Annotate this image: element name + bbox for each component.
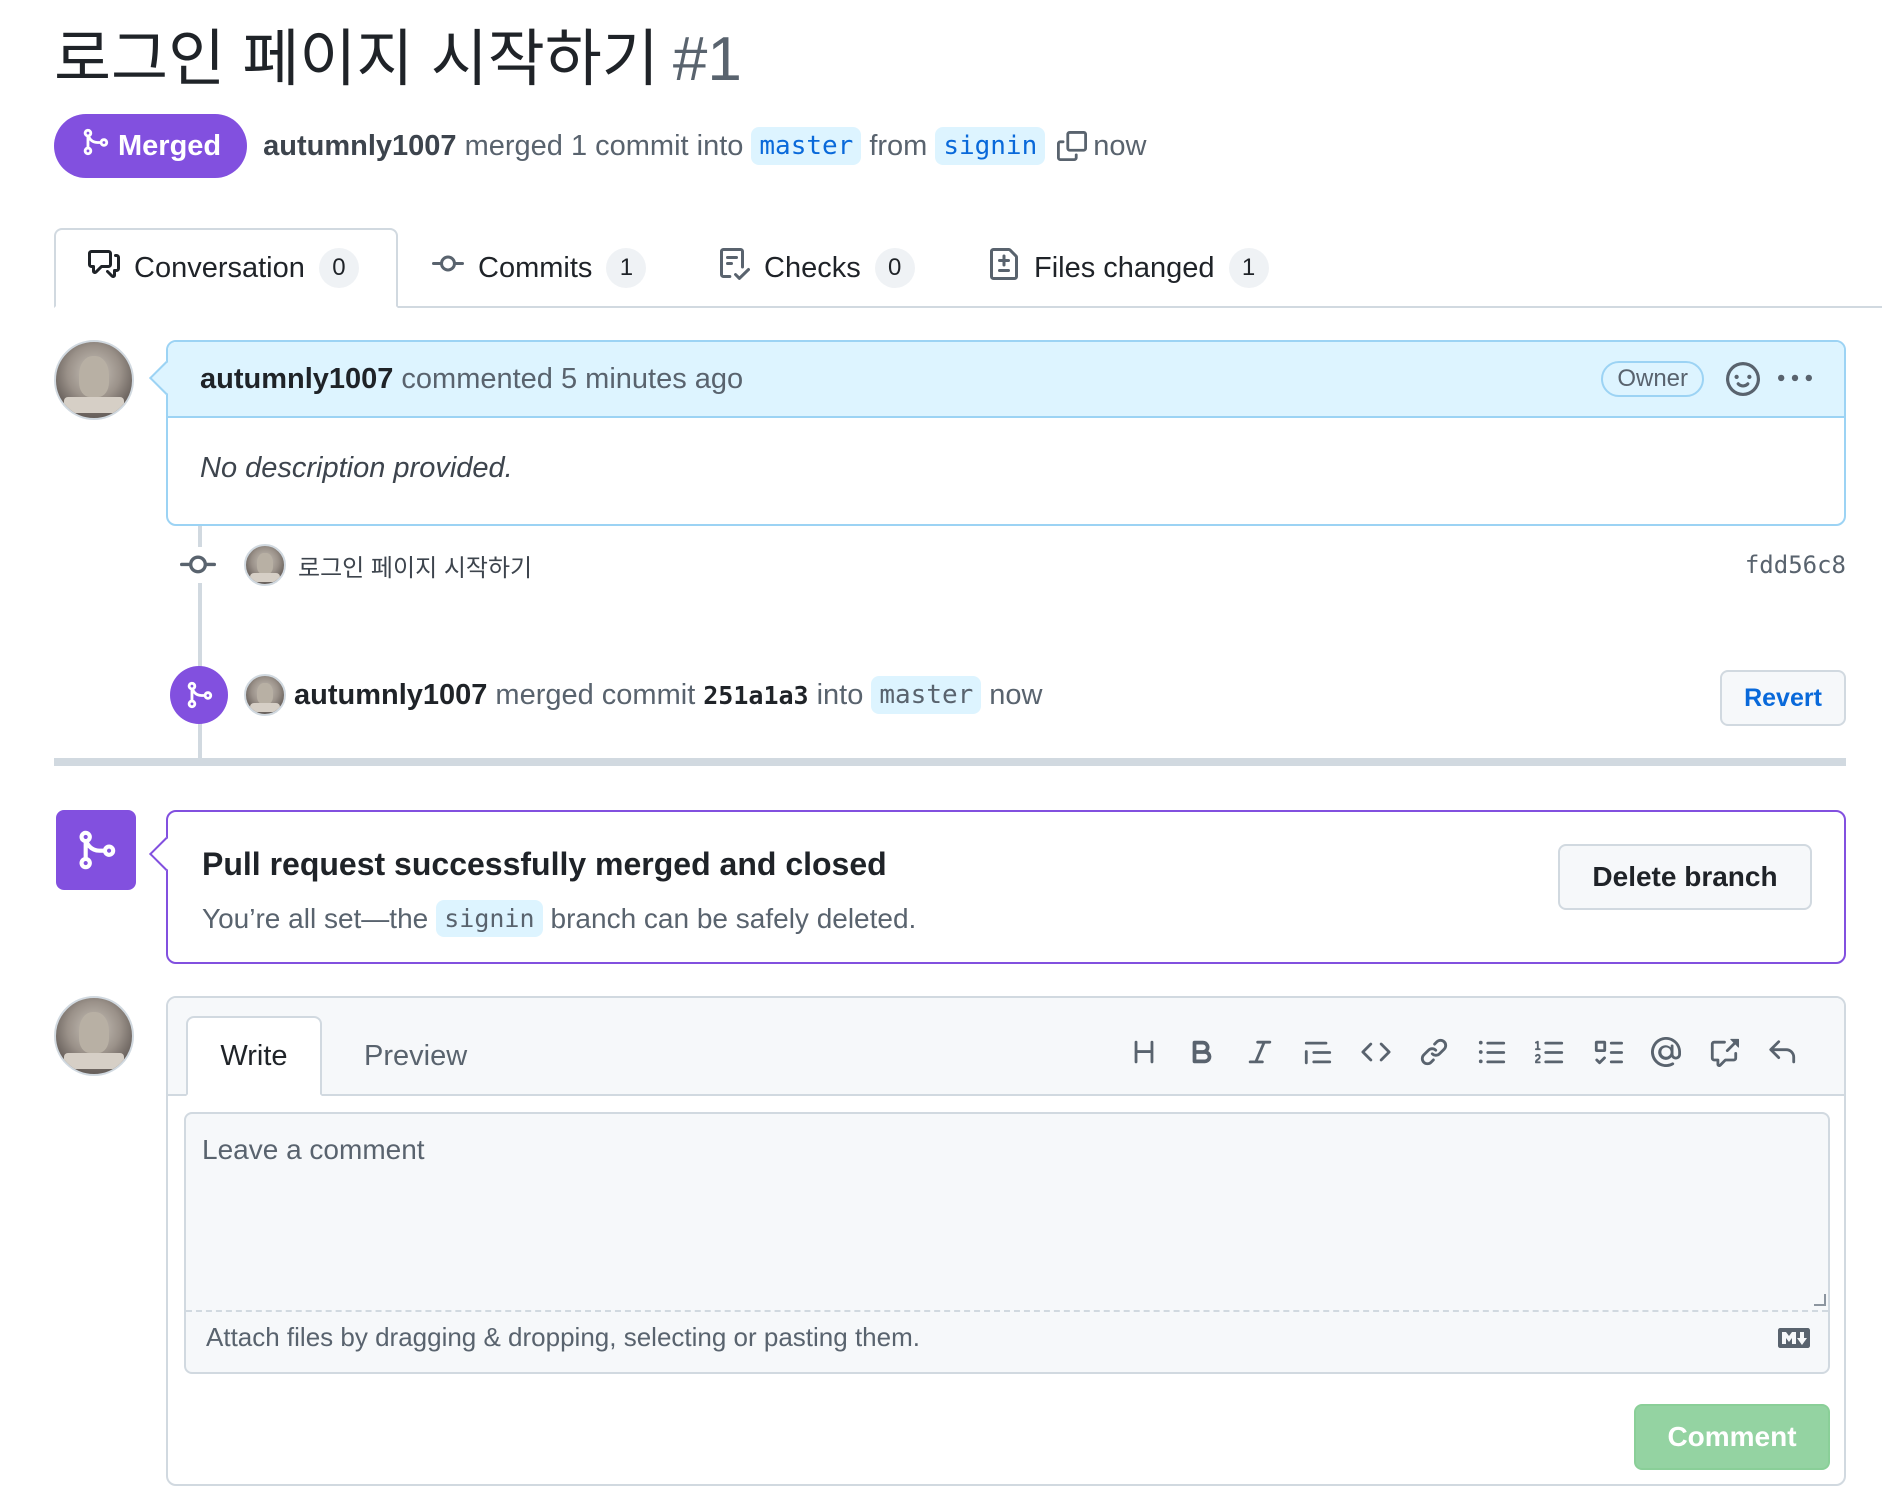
commit-row: 로그인 페이지 시작하기 fdd56c8 [180,540,1846,590]
commit-message-link[interactable]: 로그인 페이지 시작하기 [298,548,532,583]
avatar[interactable] [244,544,286,586]
resize-handle-icon[interactable] [1814,1294,1826,1306]
kebab-horizontal-icon[interactable] [1778,362,1812,396]
bold-icon[interactable] [1184,1034,1220,1070]
tab-files-changed-label: Files changed [1034,251,1215,284]
task-list-icon[interactable] [1590,1034,1626,1070]
pr-number: #1 [672,25,742,94]
revert-button[interactable]: Revert [1720,670,1846,726]
head-branch-chip[interactable]: signin [935,127,1046,165]
tab-files-changed-count: 1 [1228,248,1269,288]
merged-state-label: Merged [118,129,222,162]
comment-placeholder: Leave a comment [202,1134,425,1165]
comment-submit-button[interactable]: Comment [1634,1404,1830,1470]
merge-event-row: autumnly1007 merged commit 251a1a3 into … [170,664,1846,726]
pr-time: now [1093,129,1147,162]
tab-write[interactable]: Write [186,1016,322,1096]
commit-sha-link[interactable]: fdd56c8 [1745,551,1846,579]
unordered-list-icon[interactable] [1474,1034,1510,1070]
deletable-branch-chip[interactable]: signin [436,900,543,937]
copy-icon[interactable] [1057,131,1088,161]
pr-state-row: Merged autumnly1007 merged 1 commit into… [54,114,1154,178]
composer-header: Write Preview [168,998,1844,1096]
markdown-icon[interactable] [1778,1328,1810,1353]
avatar[interactable] [54,996,134,1076]
merged-status-subtitle: You’re all set—the signin branch can be … [202,900,916,937]
merge-time: now [989,678,1043,711]
from-label: from [869,129,928,162]
mention-icon[interactable] [1648,1034,1684,1070]
tab-conversation-label: Conversation [134,251,305,284]
avatar[interactable] [244,674,286,716]
git-commit-icon [432,248,478,288]
pr-title: 로그인 페이지 시작하기 #1 [54,22,742,98]
delete-branch-button[interactable]: Delete branch [1558,844,1812,910]
comment-body: No description provided. [200,452,513,484]
comment-header: autumnly1007 commented 5 minutes ago Own… [168,342,1844,418]
tab-conversation[interactable]: Conversation 0 [54,228,398,308]
git-merge-icon [80,127,118,165]
comment-meta[interactable]: commented 5 minutes ago [401,363,743,396]
tab-conversation-count: 0 [318,248,359,288]
merged-sub-before: You’re all set—the [202,902,429,934]
comment-author-link[interactable]: autumnly1007 [200,363,393,396]
quote-icon[interactable] [1300,1034,1336,1070]
tab-preview[interactable]: Preview [364,1016,467,1096]
merged-state-badge: Merged [54,114,248,178]
comment-discussion-icon [88,248,134,288]
checklist-icon [718,248,764,288]
pr-author-link[interactable]: autumnly1007 [263,130,456,163]
tab-checks[interactable]: Checks 0 [718,228,915,308]
owner-badge: Owner [1601,361,1704,397]
markdown-toolbar [1126,1034,1800,1070]
reply-icon[interactable] [1764,1034,1800,1070]
merge-author-link[interactable]: autumnly1007 [294,679,487,712]
comment-textarea[interactable]: Leave a comment Attach files by dragging… [184,1112,1830,1374]
merged-status-title: Pull request successfully merged and clo… [202,846,887,882]
tab-commits-count: 1 [606,248,647,288]
italic-icon[interactable] [1242,1034,1278,1070]
comment-composer: Write Preview Leave a comment Attach fil… [166,996,1846,1486]
base-branch-chip[interactable]: master [751,127,862,165]
tab-checks-count: 0 [874,248,915,288]
tab-commits-label: Commits [478,251,593,284]
pr-description-comment: autumnly1007 commented 5 minutes ago Own… [149,340,1846,526]
link-icon[interactable] [1416,1034,1452,1070]
avatar[interactable] [54,340,134,420]
ordered-list-icon[interactable] [1532,1034,1568,1070]
git-commit-icon [180,547,216,583]
cross-reference-icon[interactable] [1706,1034,1742,1070]
merged-sub-after: branch can be safely deleted. [550,902,917,934]
file-diff-icon [988,248,1034,288]
smiley-icon[interactable] [1726,362,1760,396]
tab-checks-label: Checks [764,251,861,284]
tab-files-changed[interactable]: Files changed 1 [988,228,1269,308]
merge-commit-sha-link[interactable]: 251a1a3 [703,681,808,710]
merge-base-branch-chip[interactable]: master [871,676,982,714]
into-label: into [816,678,864,711]
merge-description: merged 1 commit into [464,129,744,162]
git-merge-icon [56,810,136,890]
git-merge-icon [170,666,228,724]
heading-icon[interactable] [1126,1034,1162,1070]
timeline-end-divider [54,758,1846,766]
merge-event-text: merged commit [495,678,696,711]
merged-status-box: Pull request successfully merged and clo… [149,810,1846,964]
pr-title-text: 로그인 페이지 시작하기 [54,25,659,94]
tab-commits[interactable]: Commits 1 [432,228,647,308]
code-icon[interactable] [1358,1034,1394,1070]
attach-files-hint[interactable]: Attach files by dragging & dropping, sel… [206,1322,920,1353]
